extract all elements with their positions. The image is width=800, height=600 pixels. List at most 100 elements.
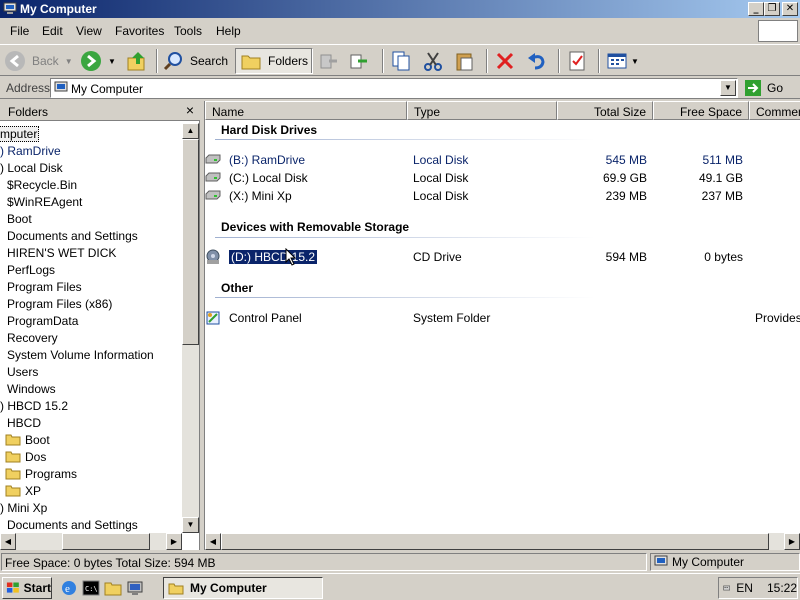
tree-item[interactable]: System Volume Information [7, 346, 154, 363]
copy-to-button[interactable] [348, 48, 370, 74]
go-label: Go [767, 81, 784, 95]
column-header-total-size[interactable]: Total Size [557, 101, 653, 120]
scroll-left-icon[interactable]: ◀ [0, 533, 16, 550]
selected-item-label: (D:) HBCD 15.2 [227, 249, 319, 265]
search-button[interactable]: Search [162, 48, 228, 74]
tree-item[interactable]: PerfLogs [7, 261, 55, 278]
folders-vertical-scrollbar[interactable]: ▲ ▼ [182, 123, 199, 533]
views-dropdown-icon[interactable]: ▼ [631, 57, 639, 66]
folders-button[interactable]: Folders [235, 48, 314, 74]
keyboard-layout-icon[interactable] [723, 582, 731, 594]
tree-item[interactable]: ) Local Disk [0, 159, 63, 176]
scroll-thumb[interactable] [221, 533, 769, 550]
menu-file[interactable]: File [10, 24, 29, 38]
tree-item[interactable]: Documents and Settings [7, 516, 138, 533]
scroll-left-icon[interactable]: ◀ [205, 533, 221, 550]
tree-item[interactable]: Recovery [7, 329, 58, 346]
tree-item[interactable]: ) RamDrive [0, 142, 61, 159]
tree-item[interactable]: Program Files [7, 278, 82, 295]
tree-item[interactable]: $WinREAgent [7, 193, 82, 210]
column-header-name[interactable]: Name [205, 101, 407, 120]
svg-text:e: e [65, 583, 70, 595]
close-icon[interactable]: × [186, 102, 194, 118]
tree-item[interactable]: Programs [5, 465, 77, 482]
paste-icon [456, 53, 473, 71]
scroll-down-icon[interactable]: ▼ [182, 517, 199, 533]
maximize-button[interactable]: ❐ [764, 2, 780, 16]
internet-explorer-icon[interactable]: e [60, 579, 78, 597]
control-panel-icon [206, 311, 220, 325]
address-dropdown-icon[interactable]: ▼ [720, 80, 736, 96]
start-button[interactable]: Start [2, 577, 52, 599]
title-bar[interactable]: My Computer _ ❐ ✕ [0, 0, 800, 18]
back-dropdown-icon[interactable]: ▼ [65, 57, 73, 66]
tree-item[interactable]: XP [5, 482, 41, 499]
tree-item[interactable]: Documents and Settings [7, 227, 138, 244]
copy-to-icon [350, 54, 367, 69]
tree-item[interactable]: Boot [7, 210, 32, 227]
command-prompt-icon[interactable]: C:\ [82, 579, 100, 597]
tree-item[interactable]: Dos [5, 448, 46, 465]
undo-button[interactable] [526, 48, 548, 74]
clock[interactable]: 15:22 [767, 581, 797, 595]
address-label: Address [6, 81, 51, 95]
hard-drive-icon [205, 154, 221, 164]
menu-help[interactable]: Help [216, 24, 241, 38]
menu-view[interactable]: View [76, 24, 102, 38]
tree-item[interactable]: ) Mini Xp [0, 499, 47, 516]
scroll-right-icon[interactable]: ▶ [166, 533, 182, 550]
tree-item[interactable]: ProgramData [7, 312, 78, 329]
paste-button[interactable] [454, 48, 476, 74]
tree-item[interactable]: Users [7, 363, 38, 380]
language-indicator[interactable]: EN [736, 581, 753, 595]
tree-item[interactable]: HBCD [7, 414, 41, 431]
back-button[interactable]: Back ▼ [4, 48, 73, 74]
tree-item[interactable]: Program Files (x86) [7, 295, 112, 312]
tree-item[interactable]: Boot [5, 431, 50, 448]
menu-edit[interactable]: Edit [42, 24, 63, 38]
scroll-up-icon[interactable]: ▲ [182, 123, 199, 139]
folders-pane: Folders × mputer ) RamDrive ) Local Disk… [0, 101, 200, 550]
folders-horizontal-scrollbar[interactable]: ◀ ▶ [0, 533, 182, 550]
status-zone-label: My Computer [672, 555, 745, 569]
list-item[interactable]: Control Panel System Folder Provides [205, 310, 800, 326]
scroll-right-icon[interactable]: ▶ [784, 533, 800, 550]
tree-item[interactable]: $Recycle.Bin [7, 176, 77, 193]
tree-item[interactable]: HIREN'S WET DICK [7, 244, 116, 261]
forward-arrow-icon [81, 51, 101, 71]
list-horizontal-scrollbar[interactable]: ◀ ▶ [205, 533, 800, 550]
minimize-button[interactable]: _ [748, 2, 764, 16]
move-to-icon [320, 54, 337, 69]
cut-button[interactable] [422, 48, 444, 74]
menu-favorites[interactable]: Favorites [115, 24, 164, 38]
menu-tools[interactable]: Tools [174, 24, 202, 38]
copy-button[interactable] [390, 48, 412, 74]
address-input[interactable]: My Computer ▼ [50, 78, 738, 98]
taskbar-window-button[interactable]: My Computer [163, 577, 323, 599]
system-tray: EN 15:22 [718, 577, 798, 599]
tree-item[interactable]: ) HBCD 15.2 [0, 397, 68, 414]
list-item[interactable]: (C:) Local Disk Local Disk 69.9 GB 49.1 … [205, 170, 800, 186]
move-to-button[interactable] [318, 48, 340, 74]
list-item[interactable]: (B:) RamDrive Local Disk 545 MB 511 MB [205, 152, 800, 168]
show-desktop-icon[interactable] [126, 579, 144, 597]
close-button[interactable]: ✕ [782, 2, 798, 16]
scroll-thumb[interactable] [182, 139, 199, 345]
explorer-folder-icon[interactable] [104, 579, 122, 597]
views-button[interactable]: ▼ [606, 48, 639, 74]
tree-item[interactable]: Windows [7, 380, 56, 397]
up-button[interactable] [126, 48, 148, 74]
folder-tree: mputer ) RamDrive ) Local Disk $Recycle.… [0, 123, 182, 533]
forward-dropdown-icon[interactable]: ▼ [108, 57, 116, 66]
go-button[interactable]: Go [745, 79, 783, 97]
back-label: Back [32, 54, 59, 68]
scroll-thumb[interactable] [62, 533, 150, 550]
list-item[interactable]: (X:) Mini Xp Local Disk 239 MB 237 MB [205, 188, 800, 204]
column-header-free-space[interactable]: Free Space [653, 101, 749, 120]
column-header-type[interactable]: Type [407, 101, 557, 120]
delete-button[interactable] [494, 48, 516, 74]
properties-button[interactable] [566, 48, 588, 74]
tree-item[interactable]: mputer [0, 125, 40, 142]
forward-button[interactable]: ▼ [80, 48, 116, 74]
column-header-comments[interactable]: Comment [749, 101, 800, 120]
